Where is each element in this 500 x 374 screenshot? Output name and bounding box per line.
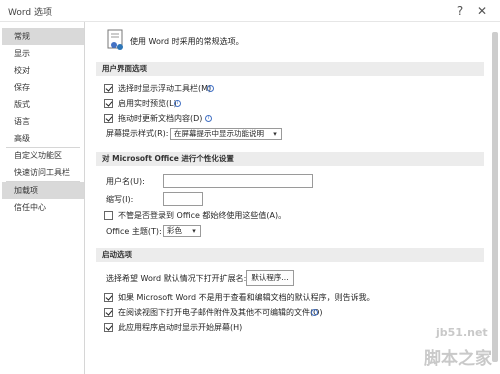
info-icon[interactable]: i bbox=[311, 309, 318, 316]
sidebar-item-quick-access-toolbar[interactable]: 快速访问工具栏 bbox=[2, 164, 84, 181]
intro-text: 使用 Word 时采用的常规选项。 bbox=[130, 37, 244, 46]
chevron-down-icon: ▾ bbox=[273, 130, 277, 138]
options-sidebar: 常规 显示 校对 保存 版式 语言 高级 自定义功能区 快速访问工具栏 加载项 … bbox=[0, 22, 85, 374]
ui-options-header: 用户界面选项 bbox=[96, 62, 484, 76]
options-content: 使用 Word 时采用的常规选项。 用户界面选项 选择时显示浮动工具栏(M) i… bbox=[86, 22, 500, 374]
username-label: 用户名(U): bbox=[106, 177, 145, 186]
sidebar-item-save[interactable]: 保存 bbox=[2, 79, 84, 96]
personalize-header: 对 Microsoft Office 进行个性化设置 bbox=[96, 152, 484, 166]
screentip-style-select[interactable]: 在屏幕提示中显示功能说明 ▾ bbox=[170, 128, 282, 140]
watermark-brand: 脚本之家 bbox=[424, 349, 492, 369]
reading-view-checkbox[interactable] bbox=[104, 308, 113, 317]
office-theme-value: 彩色 bbox=[167, 226, 182, 235]
always-use-values-checkbox[interactable] bbox=[104, 211, 113, 220]
startup-options-header: 启动选项 bbox=[96, 248, 484, 262]
always-use-values-label: 不管是否登录到 Office 都始终使用这些值(A)。 bbox=[118, 211, 287, 220]
floating-toolbar-label: 选择时显示浮动工具栏(M) bbox=[118, 84, 212, 93]
close-button[interactable]: ✕ bbox=[474, 3, 490, 19]
sidebar-item-addins[interactable]: 加载项 bbox=[2, 182, 84, 199]
sidebar-item-advanced[interactable]: 高级 bbox=[2, 130, 84, 147]
title-bar: Word 选项 ? ✕ bbox=[0, 0, 500, 22]
live-preview-label: 启用实时预览(L) bbox=[118, 99, 177, 108]
reading-view-label: 在阅读视图下打开电子邮件附件及其他不可编辑的文件(O) bbox=[118, 308, 323, 317]
info-icon[interactable]: i bbox=[207, 85, 214, 92]
default-programs-button[interactable]: 默认程序... bbox=[246, 270, 294, 286]
sidebar-item-display[interactable]: 显示 bbox=[2, 45, 84, 62]
general-settings-icon bbox=[107, 29, 123, 50]
content-scrollbar[interactable] bbox=[490, 22, 500, 374]
update-while-dragging-label: 拖动时更新文档内容(D) bbox=[118, 114, 203, 123]
info-icon[interactable]: i bbox=[174, 100, 181, 107]
tell-not-default-label: 如果 Microsoft Word 不是用于查看和编辑文档的默认程序，则告诉我。 bbox=[118, 293, 375, 302]
sidebar-item-customize-ribbon[interactable]: 自定义功能区 bbox=[2, 147, 84, 164]
floating-toolbar-checkbox[interactable] bbox=[104, 84, 113, 93]
watermark-site: jb51.net bbox=[436, 326, 488, 339]
update-while-dragging-checkbox[interactable] bbox=[104, 114, 113, 123]
start-screen-checkbox[interactable] bbox=[104, 323, 113, 332]
office-theme-select[interactable]: 彩色 ▾ bbox=[163, 225, 201, 237]
sidebar-item-layout[interactable]: 版式 bbox=[2, 96, 84, 113]
screentip-label: 屏幕提示样式(R): bbox=[106, 129, 169, 138]
help-button[interactable]: ? bbox=[452, 3, 468, 19]
sidebar-item-trust-center[interactable]: 信任中心 bbox=[2, 199, 84, 216]
window-title: Word 选项 bbox=[8, 8, 52, 18]
screentip-style-value: 在屏幕提示中显示功能说明 bbox=[174, 129, 264, 138]
tell-not-default-checkbox[interactable] bbox=[104, 293, 113, 302]
sidebar-item-proofing[interactable]: 校对 bbox=[2, 62, 84, 79]
sidebar-item-general[interactable]: 常规 bbox=[2, 28, 84, 45]
initials-input[interactable] bbox=[163, 192, 203, 206]
sidebar-item-language[interactable]: 语言 bbox=[2, 113, 84, 130]
start-screen-label: 此应用程序启动时显示开始屏幕(H) bbox=[118, 323, 243, 332]
info-icon[interactable]: i bbox=[205, 115, 212, 122]
default-extensions-label: 选择希望 Word 默认情况下打开扩展名: bbox=[106, 274, 247, 283]
live-preview-checkbox[interactable] bbox=[104, 99, 113, 108]
username-input[interactable] bbox=[163, 174, 313, 188]
scrollbar-thumb[interactable] bbox=[492, 32, 498, 362]
chevron-down-icon: ▾ bbox=[192, 227, 196, 235]
office-theme-label: Office 主题(T): bbox=[106, 227, 162, 236]
initials-label: 缩写(I): bbox=[106, 195, 134, 204]
